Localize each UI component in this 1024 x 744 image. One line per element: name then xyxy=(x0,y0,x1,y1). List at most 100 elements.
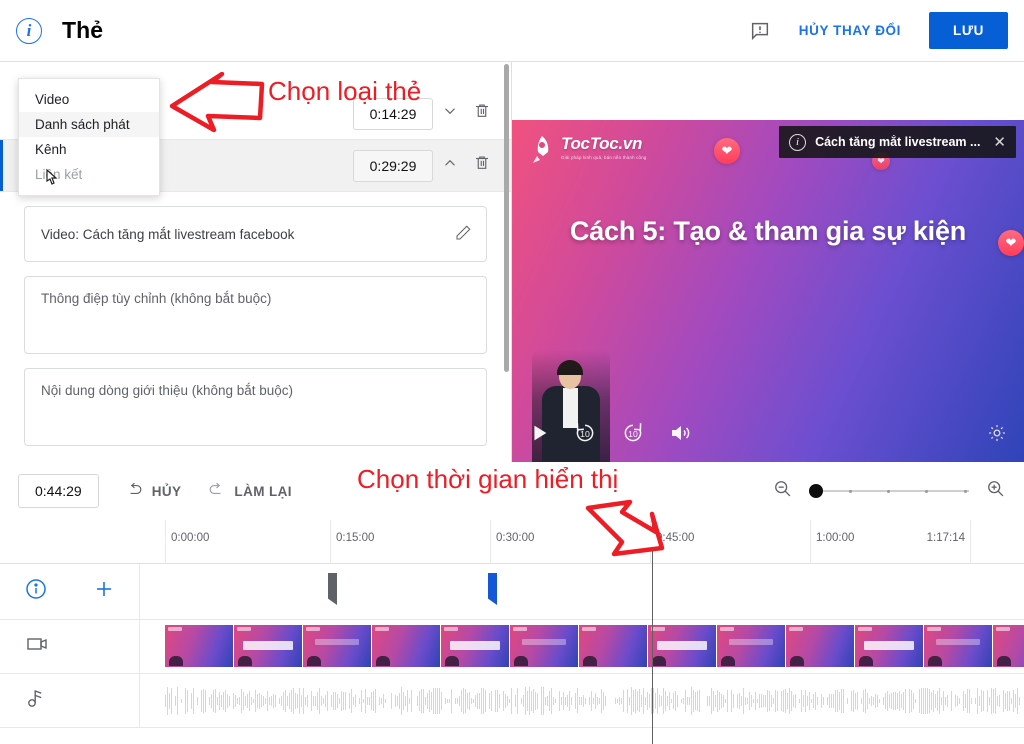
video-thumbnail[interactable] xyxy=(234,625,303,667)
page-header: i Thẻ HỦY THAY ĐỔI LƯU xyxy=(0,0,1024,62)
card-teaser-text: Cách tăng mắt livestream ... xyxy=(815,135,981,149)
waveform-bar xyxy=(327,690,329,712)
cards-panel-scrollbar[interactable] xyxy=(504,64,509,372)
cards-track-body[interactable] xyxy=(140,564,1024,619)
timeline-ruler[interactable]: 0:00:00 0:15:00 0:30:00 0:45:00 1:00:00 1:17:… xyxy=(0,520,1024,564)
heart-icon: ❤ xyxy=(714,138,740,164)
video-thumbnail[interactable] xyxy=(579,625,648,667)
video-thumbnail[interactable] xyxy=(993,625,1024,667)
card-time-input[interactable]: 0:29:29 xyxy=(353,149,433,182)
video-thumbnail[interactable] xyxy=(303,625,372,667)
dropdown-item-link: Liên kết xyxy=(35,167,83,182)
video-thumbnail[interactable] xyxy=(717,625,786,667)
video-thumbnail[interactable] xyxy=(510,625,579,667)
zoom-controls xyxy=(772,478,1006,504)
teaser-text-field[interactable]: Nội dung dòng giới thiệu (không bắt buộc… xyxy=(24,368,487,446)
discard-changes-button[interactable]: HỦY THAY ĐỔI xyxy=(793,15,907,46)
audio-track-body[interactable] xyxy=(140,674,1024,727)
waveform-bar xyxy=(585,697,587,705)
waveform-bar xyxy=(411,690,413,712)
waveform-bar xyxy=(517,688,519,714)
redo-button[interactable]: LÀM LẠI xyxy=(207,480,292,502)
zoom-in-icon[interactable] xyxy=(985,478,1006,504)
play-button[interactable] xyxy=(528,422,550,449)
waveform-bar xyxy=(385,698,387,704)
zoom-slider[interactable] xyxy=(809,483,969,499)
undo-arrow-icon xyxy=(125,480,144,502)
delete-card-icon[interactable] xyxy=(467,102,497,125)
ruler-tick: 1:00:00 xyxy=(810,520,854,564)
info-circle-icon[interactable]: i xyxy=(16,17,42,44)
zoom-out-icon[interactable] xyxy=(772,478,793,504)
logo-text: TocToc.vn xyxy=(561,134,643,153)
waveform-bar xyxy=(879,698,881,704)
dropdown-item-channel[interactable]: Kênh xyxy=(19,137,159,162)
video-thumbnail[interactable] xyxy=(786,625,855,667)
feedback-icon[interactable] xyxy=(749,20,771,42)
chevron-down-icon[interactable] xyxy=(433,102,467,125)
add-card-button[interactable] xyxy=(92,577,116,606)
waveform-bar xyxy=(345,691,347,711)
playhead-handle[interactable] xyxy=(648,532,657,543)
video-track-body[interactable] xyxy=(140,620,1024,673)
waveform-bar xyxy=(605,696,607,706)
audio-track-header xyxy=(0,674,140,727)
card-time-input[interactable]: 0:14:29 xyxy=(353,97,433,130)
waveform-bar xyxy=(823,696,825,705)
waveform-bar xyxy=(187,690,189,712)
zoom-slider-handle[interactable] xyxy=(809,484,823,498)
ruler-tick-label: 0:45:00 xyxy=(656,532,695,544)
timeline-card-marker[interactable] xyxy=(488,573,497,605)
volume-button[interactable] xyxy=(668,421,692,450)
video-preview-panel: TocToc.vn Giải pháp kinh quả, bán nền th… xyxy=(512,62,1024,462)
undo-button[interactable]: HỦY xyxy=(125,480,182,502)
editor-body: 0:14:29 Thẻ video 0:29:29 xyxy=(0,62,1024,462)
timeline-card-marker[interactable] xyxy=(328,573,337,605)
waveform-bar xyxy=(999,694,1001,708)
chevron-up-icon[interactable] xyxy=(433,154,467,177)
toctoc-logo: TocToc.vn Giải pháp kinh quả, bán nền th… xyxy=(528,134,646,166)
current-time-input[interactable]: 0:44:29 xyxy=(18,474,99,508)
close-icon[interactable]: ✕ xyxy=(989,133,1010,151)
svg-text:10: 10 xyxy=(580,428,590,438)
ruler-tick: 1:17:14 xyxy=(927,520,971,564)
video-thumbnail[interactable] xyxy=(648,625,717,667)
waveform-bar xyxy=(733,694,735,708)
waveform-bar xyxy=(375,688,377,714)
rewind-10-button[interactable]: 10 xyxy=(572,420,598,451)
mouse-cursor-icon xyxy=(42,168,62,197)
settings-gear-icon[interactable] xyxy=(986,422,1008,449)
video-thumbnail[interactable] xyxy=(855,625,924,667)
ruler-tick-label: 1:00:00 xyxy=(816,532,855,544)
video-player[interactable]: TocToc.vn Giải pháp kinh quả, bán nền th… xyxy=(512,120,1024,462)
waveform-bar xyxy=(171,688,173,714)
waveform-bar xyxy=(451,688,453,714)
dropdown-item-playlist[interactable]: Danh sách phát xyxy=(19,112,159,137)
video-thumbnail[interactable] xyxy=(165,625,234,667)
save-button[interactable]: LƯU xyxy=(929,12,1008,49)
waveform-bar xyxy=(181,698,183,704)
video-thumbnail[interactable] xyxy=(441,625,510,667)
card-type-dropdown[interactable]: Video Danh sách phát Kênh Liên kết xyxy=(18,78,160,196)
ruler-tick-label: 0:15:00 xyxy=(336,532,375,544)
custom-message-field[interactable]: Thông điệp tùy chỉnh (không bắt buộc) xyxy=(24,276,487,354)
waveform-bar xyxy=(441,692,443,710)
video-track-header xyxy=(0,620,140,673)
waveform-bar xyxy=(795,693,797,709)
music-note-icon xyxy=(24,686,48,715)
video-thumbnail[interactable] xyxy=(924,625,993,667)
forward-10-button[interactable]: 10 xyxy=(620,420,646,451)
waveform-bar xyxy=(275,694,277,708)
timeline-playhead[interactable] xyxy=(648,520,657,744)
pencil-icon[interactable] xyxy=(454,224,472,245)
waveform-bar xyxy=(623,689,625,713)
video-thumbnail[interactable] xyxy=(372,625,441,667)
delete-card-icon[interactable] xyxy=(467,154,497,177)
waveform-bar xyxy=(499,694,501,708)
cards-track xyxy=(0,564,1024,620)
cards-track-header xyxy=(0,564,140,619)
dropdown-item-video[interactable]: Video xyxy=(19,87,159,112)
card-teaser-overlay[interactable]: i Cách tăng mắt livestream ... ✕ xyxy=(779,126,1016,158)
waveform-bar xyxy=(205,690,207,712)
video-select-field[interactable]: Video: Cách tăng mắt livestream facebook xyxy=(24,206,487,262)
